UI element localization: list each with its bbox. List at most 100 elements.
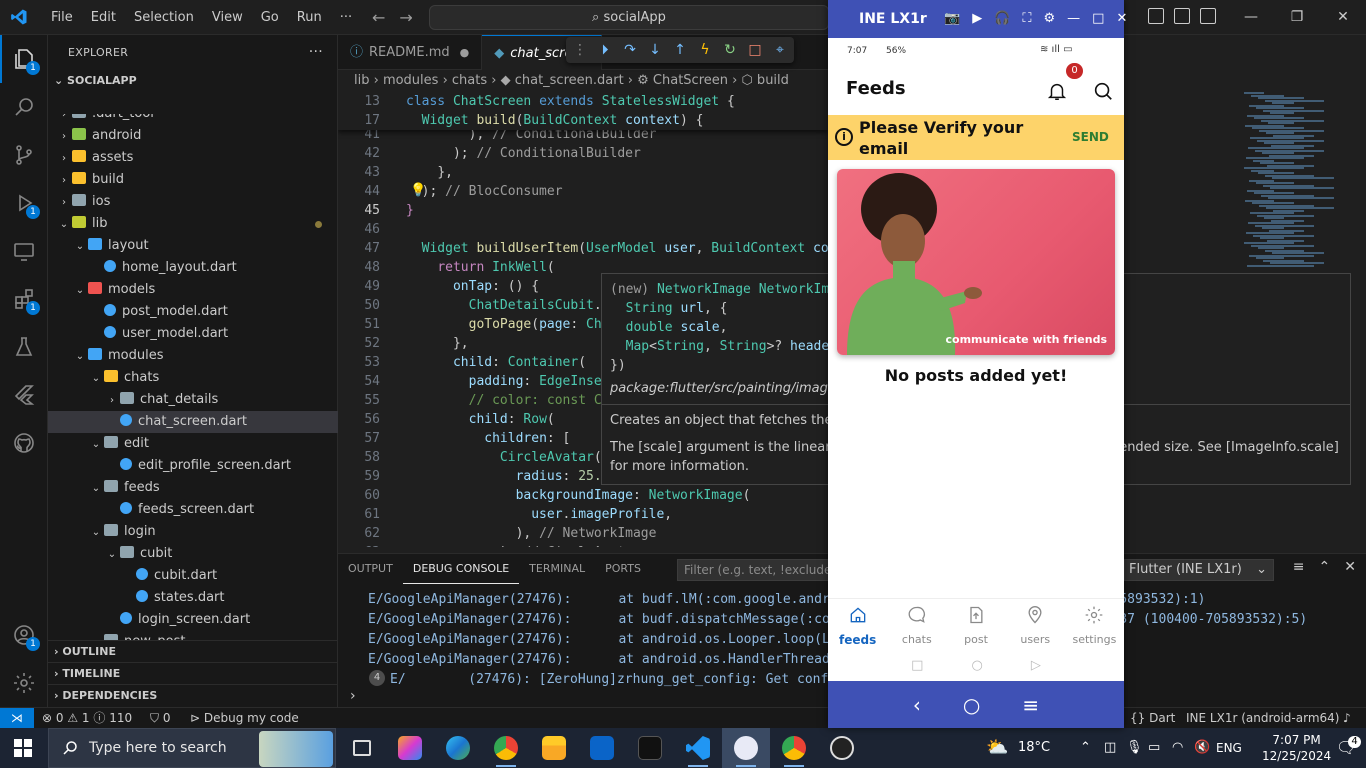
step-out-icon[interactable]: ↑ bbox=[672, 42, 688, 58]
chrome-icon[interactable] bbox=[482, 728, 530, 768]
nav-feeds[interactable]: feeds bbox=[828, 599, 887, 648]
vscode-taskbar-icon[interactable] bbox=[674, 728, 722, 768]
tray-overflow-icon[interactable]: ⌃ bbox=[1080, 728, 1091, 768]
tree-item[interactable]: home_layout.dart bbox=[48, 257, 338, 279]
file-explorer-icon[interactable] bbox=[530, 728, 578, 768]
back-icon[interactable]: ‹ bbox=[913, 693, 921, 717]
nav-settings[interactable]: settings bbox=[1065, 599, 1124, 648]
tree-item[interactable]: cubit.dart bbox=[48, 565, 338, 587]
forward-arrow-icon[interactable]: → bbox=[399, 8, 412, 27]
toggle-secondary-sidebar-icon[interactable] bbox=[1200, 8, 1216, 24]
emulator-taskbar-icon[interactable] bbox=[722, 728, 770, 768]
outlook-icon[interactable] bbox=[578, 728, 626, 768]
drag-handle-icon[interactable]: ⋮ bbox=[572, 42, 588, 58]
debug-session-select[interactable]: Flutter (INE LX1r) ⌄ bbox=[1124, 559, 1274, 581]
maximize-icon[interactable]: □ bbox=[1092, 0, 1104, 38]
maximize-panel-icon[interactable]: ⌃ bbox=[1319, 559, 1331, 575]
tree-item[interactable]: login_screen.dart bbox=[48, 609, 338, 631]
input-language[interactable]: ENG bbox=[1216, 728, 1242, 768]
extensions-icon[interactable]: 1 bbox=[0, 275, 48, 323]
tree-item[interactable]: ⌄ chats bbox=[48, 367, 338, 389]
obs-icon[interactable] bbox=[818, 728, 866, 768]
flutter-icon[interactable] bbox=[0, 371, 48, 419]
tree-item[interactable]: feeds_screen.dart bbox=[48, 499, 338, 521]
stocks-app-icon[interactable] bbox=[626, 728, 674, 768]
clear-console-icon[interactable]: ≡ bbox=[1293, 559, 1305, 575]
search-icon[interactable] bbox=[0, 83, 48, 131]
tree-item[interactable]: post_model.dart bbox=[48, 301, 338, 323]
notification-center-icon[interactable]: 🗨 bbox=[1336, 728, 1356, 768]
more-actions-icon[interactable]: ··· bbox=[309, 35, 323, 70]
menu-item-edit[interactable]: Edit bbox=[82, 10, 125, 25]
menu-icon[interactable]: ≡ bbox=[1022, 693, 1039, 717]
language-mode[interactable]: {} Dart bbox=[1130, 708, 1175, 728]
weather-temp[interactable]: 18°C bbox=[1018, 728, 1050, 768]
circle-icon[interactable]: ○ bbox=[971, 658, 982, 673]
minimize-icon[interactable]: — bbox=[1228, 0, 1274, 35]
stop-icon[interactable]: □ bbox=[747, 42, 763, 58]
menu-item-selection[interactable]: Selection bbox=[125, 10, 203, 25]
camera-tray-icon[interactable]: ◫ bbox=[1104, 728, 1116, 768]
tree-item[interactable]: ⌄ layout bbox=[48, 235, 338, 257]
tree-item[interactable]: › chat_details bbox=[48, 389, 338, 411]
breadcrumb[interactable]: lib › modules › chats › ◆ chat_screen.da… bbox=[338, 70, 828, 92]
nav-post[interactable]: post bbox=[946, 599, 1005, 648]
nav-users[interactable]: users bbox=[1006, 599, 1065, 648]
minimize-icon[interactable]: — bbox=[1067, 0, 1080, 38]
problems-indicator[interactable]: ⊗ 0 ⚠ 1 ⓘ 110 bbox=[42, 708, 132, 728]
tree-item[interactable]: › build bbox=[48, 169, 338, 191]
inspect-widget-icon[interactable]: ⌖ bbox=[772, 42, 788, 58]
copilot-icon[interactable] bbox=[386, 728, 434, 768]
remote-explorer-icon[interactable] bbox=[0, 227, 48, 275]
hot-reload-icon[interactable]: ϟ bbox=[697, 42, 713, 58]
testing-icon[interactable] bbox=[0, 323, 48, 371]
menu-item-go[interactable]: Go bbox=[252, 10, 288, 25]
tree-item[interactable]: ⌄ lib bbox=[48, 213, 338, 235]
wifi-icon[interactable]: ◠ bbox=[1172, 728, 1183, 768]
command-center-search[interactable]: ⌕ socialApp bbox=[429, 5, 829, 30]
notifications-bell-icon[interactable]: ♪ bbox=[1343, 708, 1351, 728]
toggle-panel-icon[interactable] bbox=[1174, 8, 1190, 24]
tree-item[interactable]: ›.dart_tool bbox=[48, 114, 338, 125]
windows-start-icon[interactable] bbox=[14, 739, 32, 757]
tab-terminal[interactable]: TERMINAL bbox=[519, 554, 595, 584]
square-icon[interactable]: □ bbox=[911, 658, 923, 673]
tab-output[interactable]: OUTPUT bbox=[338, 554, 403, 584]
dependencies-section[interactable]: › DEPENDENCIES bbox=[48, 684, 338, 706]
camera-icon[interactable]: 📷 bbox=[944, 0, 960, 38]
tree-item[interactable]: ⌄ login bbox=[48, 521, 338, 543]
step-into-icon[interactable]: ↓ bbox=[647, 42, 663, 58]
headphones-icon[interactable]: 🎧 bbox=[994, 0, 1010, 38]
github-icon[interactable] bbox=[0, 419, 48, 467]
tree-item[interactable]: ⌄ edit bbox=[48, 433, 338, 455]
tree-item[interactable]: ⌄ cubit bbox=[48, 543, 338, 565]
explorer-icon[interactable]: 1 bbox=[0, 35, 48, 83]
console-filter-input[interactable]: Filter (e.g. text, !exclude, \escape) bbox=[677, 559, 837, 581]
debug-indicator[interactable]: ⊳ Debug my code bbox=[190, 708, 299, 728]
outline-section[interactable]: › OUTLINE bbox=[48, 640, 338, 662]
modified-dot-icon[interactable]: ● bbox=[460, 46, 470, 59]
notification-bell-icon[interactable] bbox=[1046, 80, 1068, 102]
triangle-icon[interactable]: ▷ bbox=[1031, 658, 1041, 673]
search-icon[interactable] bbox=[1092, 80, 1114, 102]
tree-item[interactable]: user_model.dart bbox=[48, 323, 338, 345]
sticky-scroll-header[interactable]: 13 class ChatScreen extends StatelessWidg… bbox=[338, 92, 828, 130]
restore-icon[interactable]: ❐ bbox=[1274, 0, 1320, 35]
video-icon[interactable]: ▶ bbox=[972, 0, 982, 38]
tab-debug-console[interactable]: DEBUG CONSOLE bbox=[402, 554, 520, 584]
tab-ports[interactable]: PORTS bbox=[595, 554, 651, 584]
tab-readme[interactable]: ⓘ README.md ● bbox=[338, 35, 483, 70]
workspace-root[interactable]: ⌄ SOCIALAPP bbox=[48, 70, 337, 92]
menu-item-file[interactable]: File bbox=[42, 10, 82, 25]
battery-icon[interactable]: ▭ bbox=[1148, 728, 1160, 768]
tree-item[interactable]: chat_screen.dart bbox=[48, 411, 338, 433]
clock[interactable]: 7:07 PM 12/25/2024 bbox=[1262, 732, 1331, 764]
device-indicator[interactable]: INE LX1r (android-arm64) bbox=[1186, 708, 1339, 728]
back-arrow-icon[interactable]: ← bbox=[372, 8, 385, 27]
home-circle-icon[interactable]: ○ bbox=[963, 693, 980, 717]
menu-item-run[interactable]: Run bbox=[288, 10, 331, 25]
remote-indicator-icon[interactable]: ⋊ bbox=[0, 708, 34, 729]
tree-item[interactable]: ⌄ feeds bbox=[48, 477, 338, 499]
close-icon[interactable]: ✕ bbox=[1320, 0, 1366, 35]
tree-item[interactable]: edit_profile_screen.dart bbox=[48, 455, 338, 477]
